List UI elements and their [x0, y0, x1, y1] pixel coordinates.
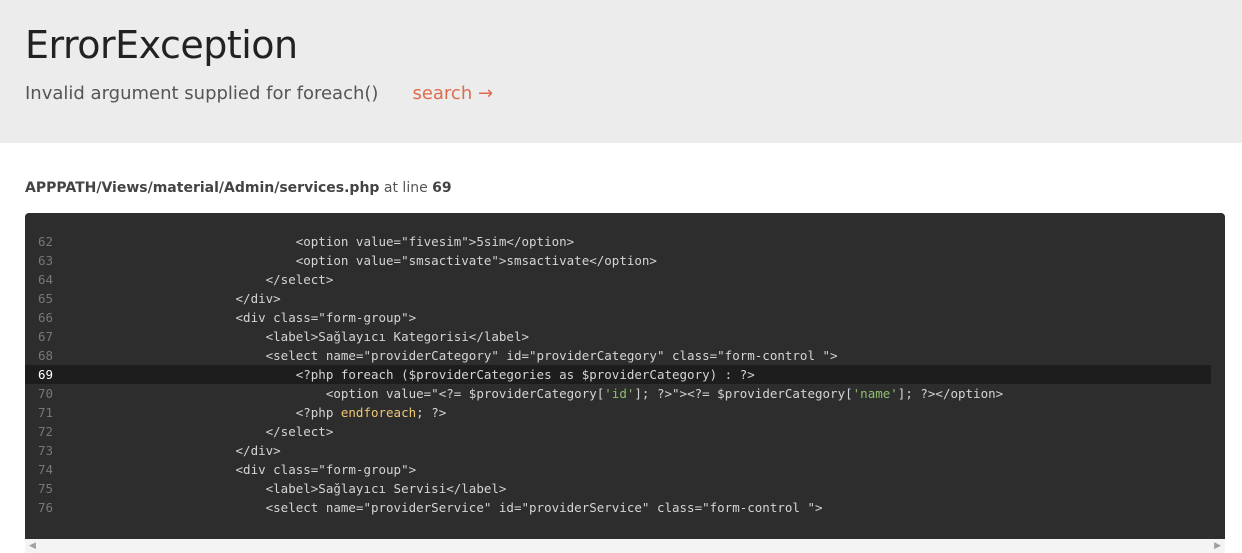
- code-text: <option value="fivesim">5sim</option>: [85, 234, 575, 249]
- code-text: <label>Sağlayıcı Servisi</label>: [85, 481, 507, 496]
- code-line: 75 <label>Sağlayıcı Servisi</label>: [25, 479, 1211, 498]
- code-text: <label>Sağlayıcı Kategorisi</label>: [85, 329, 530, 344]
- line-number-gutter: 62: [38, 234, 54, 249]
- code-line: 73 </div>: [25, 441, 1211, 460]
- triangle-left-icon[interactable]: ◀: [29, 541, 36, 551]
- line-number-gutter: 76: [38, 500, 54, 515]
- error-header: ErrorException Invalid argument supplied…: [0, 0, 1242, 143]
- file-path: APPPATH/Views/material/Admin/services.ph…: [25, 180, 380, 196]
- code-text: <option value="smsactivate">smsactivate<…: [85, 253, 657, 268]
- code-text: <?php foreach ($providerCategories as $p…: [85, 367, 755, 382]
- triangle-right-icon[interactable]: ▶: [1214, 541, 1221, 551]
- line-number-gutter: 73: [38, 443, 54, 458]
- line-number-gutter: 71: [38, 405, 54, 420]
- code-text: <option value="<?= $providerCategory['id…: [85, 384, 1003, 403]
- code-line: 70 <option value="<?= $providerCategory[…: [25, 384, 1211, 403]
- code-line: 74 <div class="form-group">: [25, 460, 1211, 479]
- search-link[interactable]: search →: [412, 83, 493, 104]
- code-string-token: 'id': [604, 386, 635, 401]
- code-text: <?php endforeach; ?>: [85, 403, 447, 422]
- code-line: 67 <label>Sağlayıcı Kategorisi</label>: [25, 327, 1211, 346]
- code-text: <select name="providerService" id="provi…: [85, 500, 823, 515]
- code-text: <div class="form-group">: [85, 462, 417, 477]
- code-line: 64 </select>: [25, 270, 1211, 289]
- code-text: <div class="form-group">: [85, 310, 417, 325]
- code-text: </div>: [85, 443, 281, 458]
- line-number-gutter: 66: [38, 310, 54, 325]
- line-number-gutter: 69: [38, 367, 54, 382]
- page-title: ErrorException: [25, 23, 298, 67]
- at-line-label: at line: [383, 180, 428, 196]
- code-line: 68 <select name="providerCategory" id="p…: [25, 346, 1211, 365]
- error-message: Invalid argument supplied for foreach(): [25, 83, 379, 104]
- code-token: ]; ?>"><?= $providerCategory[: [634, 386, 853, 401]
- code-text: </select>: [85, 272, 334, 287]
- code-token: <?php: [85, 405, 341, 420]
- line-number-gutter: 68: [38, 348, 54, 363]
- code-line: 71 <?php endforeach; ?>: [25, 403, 1211, 422]
- line-number-gutter: 63: [38, 253, 54, 268]
- line-number-gutter: 65: [38, 291, 54, 306]
- file-location: APPPATH/Views/material/Admin/services.ph…: [25, 178, 452, 198]
- code-line: 63 <option value="smsactivate">smsactiva…: [25, 251, 1211, 270]
- code-text: <select name="providerCategory" id="prov…: [85, 348, 838, 363]
- line-number-gutter: 75: [38, 481, 54, 496]
- source-code-panel: 62 <option value="fivesim">5sim</option>…: [25, 213, 1225, 539]
- line-number-gutter: 70: [38, 386, 54, 401]
- code-token: <option value="<?= $providerCategory[: [85, 386, 605, 401]
- code-lines: 62 <option value="fivesim">5sim</option>…: [25, 232, 1211, 517]
- code-string-token: 'name': [852, 386, 898, 401]
- code-line: 66 <div class="form-group">: [25, 308, 1211, 327]
- code-keyword-token: endforeach: [340, 405, 417, 420]
- line-number: 69: [432, 180, 452, 196]
- code-line: 65 </div>: [25, 289, 1211, 308]
- code-line: 62 <option value="fivesim">5sim</option>: [25, 232, 1211, 251]
- code-line: 72 </select>: [25, 422, 1211, 441]
- code-token: ]; ?></option>: [897, 386, 1004, 401]
- code-text: </div>: [85, 291, 281, 306]
- code-line: 76 <select name="providerService" id="pr…: [25, 498, 1211, 517]
- error-message-row: Invalid argument supplied for foreach() s…: [25, 82, 493, 106]
- code-line-highlighted: 69 <?php foreach ($providerCategories as…: [25, 365, 1211, 384]
- line-number-gutter: 74: [38, 462, 54, 477]
- code-token: ; ?>: [416, 405, 447, 420]
- horizontal-scrollbar[interactable]: ◀ ▶: [25, 539, 1225, 553]
- code-text: </select>: [85, 424, 334, 439]
- line-number-gutter: 64: [38, 272, 54, 287]
- line-number-gutter: 67: [38, 329, 54, 344]
- line-number-gutter: 72: [38, 424, 54, 439]
